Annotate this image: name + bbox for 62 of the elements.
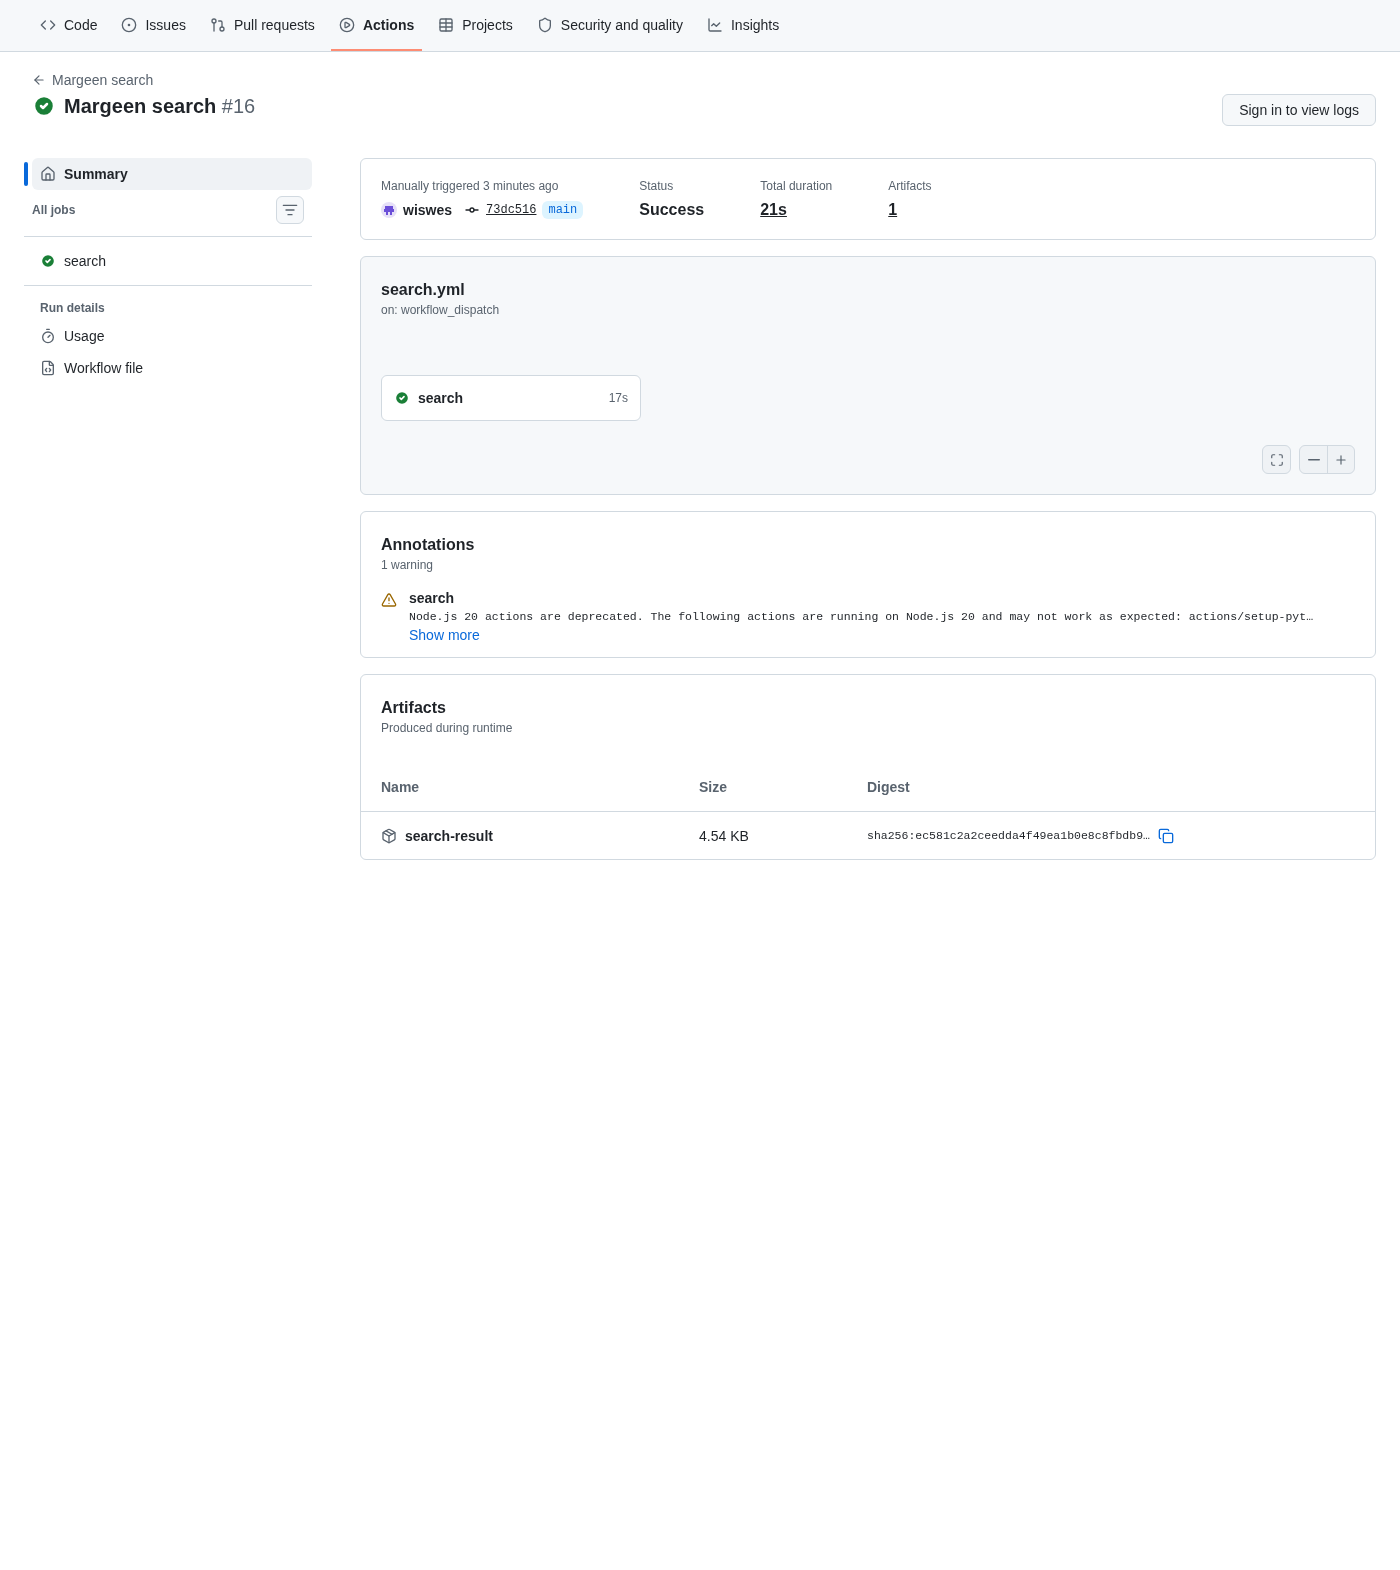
run-title: Margeen search #16	[64, 94, 256, 118]
annotation-message: Node.js 20 actions are deprecated. The following actions are running on Node.js 20 and may not work as expected: actions/setup-pyt…	[409, 610, 1314, 623]
job-duration: 17s	[608, 391, 628, 405]
stat-label: Total duration	[760, 179, 833, 193]
back-link[interactable]: Margeen search	[32, 72, 256, 88]
annotations-title: Annotations	[381, 536, 476, 554]
play-icon	[338, 16, 355, 33]
home-icon	[40, 166, 56, 182]
sign-in-button[interactable]: Sign in to view logs	[1222, 94, 1376, 126]
nav-tab[interactable]: Insights	[699, 0, 788, 51]
artifacts-subtitle: Produced during runtime	[381, 721, 514, 735]
nav-tab[interactable]: Actions	[330, 0, 423, 51]
job-node[interactable]: search 17s	[381, 375, 641, 421]
run-detail-item[interactable]: Usage	[32, 320, 312, 352]
stat-label: Artifacts	[888, 179, 932, 193]
pull-request-icon	[209, 16, 226, 33]
artifact-digest: sha256:ec581c2a2ceedda4f49ea1b0e8c8fbdb9…	[867, 829, 1150, 842]
stopwatch-icon	[40, 328, 56, 344]
package-icon	[381, 827, 397, 844]
fullscreen-icon	[1269, 452, 1284, 467]
branch-label[interactable]: main	[542, 201, 584, 219]
plus-icon	[1334, 452, 1348, 467]
minus-icon	[1307, 458, 1320, 461]
workflow-trigger: on: workflow_dispatch	[381, 303, 501, 317]
job-item[interactable]: search	[32, 245, 312, 277]
annotation-job: search	[409, 590, 456, 606]
table-icon	[438, 16, 455, 33]
stat-value: Success	[639, 201, 705, 219]
filter-button[interactable]	[276, 196, 304, 224]
stat-label: Status	[639, 179, 675, 193]
artifact-name[interactable]: search-result	[405, 827, 493, 844]
active-indicator	[24, 162, 28, 186]
workflow-file-name: search.yml	[381, 281, 466, 299]
nav-tab[interactable]: Issues	[113, 0, 194, 51]
column-header: Digest	[867, 779, 911, 795]
circle-dot-icon	[121, 16, 138, 33]
nav-tab[interactable]: Projects	[430, 0, 521, 51]
jobs-heading: All jobs	[32, 203, 76, 217]
stat-link[interactable]: 1	[888, 201, 932, 219]
stat-link[interactable]: 21s	[760, 201, 833, 219]
line-chart-icon	[707, 16, 723, 33]
trigger-text: Manually triggered 3 minutes ago	[381, 179, 560, 193]
shield-icon	[536, 16, 553, 33]
warning-icon	[381, 592, 397, 608]
annotations-count: 1 warning	[381, 558, 435, 572]
show-more-link[interactable]: Show more	[409, 627, 1314, 643]
nav-tab[interactable]: Pull requests	[201, 0, 323, 51]
column-header: Name	[381, 779, 421, 795]
run-details-heading: Run details	[40, 301, 105, 315]
actor-name[interactable]: wiswes	[403, 202, 453, 218]
job-name: search	[418, 390, 464, 406]
nav-tab[interactable]: Code	[32, 0, 106, 51]
artifact-size: 4.54 KB	[699, 827, 750, 844]
commit-link[interactable]: 73dc516	[486, 203, 537, 217]
column-header: Size	[699, 779, 728, 795]
nav-tab[interactable]: Security and quality	[528, 0, 691, 51]
code-file-icon	[40, 360, 56, 376]
artifacts-title: Artifacts	[381, 699, 447, 717]
copy-icon[interactable]	[1157, 827, 1174, 844]
run-detail-item[interactable]: Workflow file	[32, 352, 312, 384]
filter-icon	[282, 202, 298, 218]
avatar-icon	[381, 202, 397, 218]
